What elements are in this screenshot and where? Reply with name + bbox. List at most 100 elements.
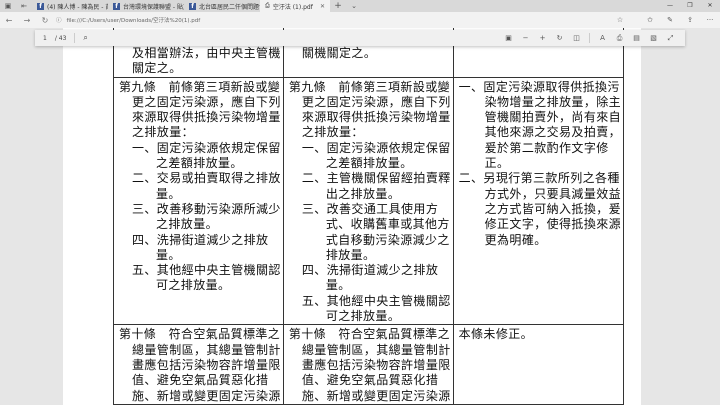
cell-line: 修正文字，使得抵換來源 (484, 217, 622, 232)
cell-line: 關機關定之。 (301, 46, 377, 60)
pen-icon[interactable]: ✎ (660, 16, 680, 24)
cell-line: 四、洗掃街道減少之排放 (301, 263, 439, 278)
save-icon[interactable]: ▤ (628, 34, 645, 42)
cell-line: 值、避免空氣品質惡化措 (301, 373, 439, 388)
close-window-icon[interactable]: ✕ (700, 0, 720, 12)
restore-icon[interactable]: ❐ (680, 0, 700, 12)
tab-1[interactable]: f(4) 陳人博 - 陳為民 - 首頁 (32, 0, 108, 12)
cell-line: 二、主管機關保留經拍賣釋 (301, 171, 451, 186)
cell-line: 更為明確。 (484, 232, 547, 247)
cell-line: 方式外，只要具減量效益 (484, 186, 622, 201)
set-aside-tabs-icon[interactable]: ⇤ (16, 2, 32, 10)
cell-line: 之排放量。 (156, 217, 219, 232)
save-as-icon[interactable]: ▧ (645, 34, 662, 42)
favorite-star-icon[interactable]: ☆ (610, 16, 630, 24)
tab-2[interactable]: f 台灣環境保護聯盟 - 貼文 (108, 0, 184, 12)
cell-line: 來源取得供抵換污染物增量 (301, 110, 451, 125)
favorites-icon[interactable]: ✩ (640, 16, 660, 24)
cell-line: 三、改善交通工具使用方 (301, 201, 439, 216)
divider (74, 33, 76, 43)
cell-line: 五、其他經中央主管機關認 (132, 263, 281, 278)
cell-line: 之排放量： (132, 125, 195, 140)
table-cell: 第十條 符合空氣品質標準之 總量管制區，其總量管制計 畫應包括污染物容許增量限 … (113, 324, 284, 405)
zoom-out-icon[interactable]: − (517, 34, 534, 42)
cell-line: 可之排放量。 (156, 278, 231, 293)
forward-icon[interactable]: → (18, 16, 36, 25)
cell-line: 之方式皆可納入抵換，爰 (484, 201, 622, 216)
cell-line: 第九條 前條第三項新設或變 (119, 79, 281, 94)
minimize-icon[interactable]: — (660, 0, 680, 12)
comparison-table: 及相當辦法，由中央主管機 關定之。 關機關定之。 第九條 前條第三項新設或變 更之… (113, 28, 625, 405)
cell-line: 染物增量之排放量，除主 (484, 94, 622, 109)
new-tab-icon[interactable]: + (330, 1, 346, 11)
cell-line: 及相當辦法，由中央主管機 (132, 46, 281, 60)
facebook-icon: f (113, 2, 120, 10)
page-view-icon[interactable]: ◫ (568, 34, 585, 42)
cell-line: 式、收購舊車或其他方 (325, 217, 450, 232)
tab-label: 台灣環境保護聯盟 - 貼文 (123, 3, 184, 11)
info-icon: ⓘ (56, 18, 62, 24)
table-cell: 一、固定污染源取得供抵換污 染物增量之排放量，除主 管機關拍賣外，尚有來自 其他… (452, 76, 625, 326)
tab-label: (4) 陳人博 - 陳為民 - 首頁 (47, 3, 108, 11)
cell-line: 三、改善移動污染源所減少 (132, 201, 281, 216)
page-number-input[interactable]: 1 (43, 35, 47, 42)
cell-line: 量。 (325, 278, 351, 293)
print-icon[interactable]: ⎙ (611, 34, 628, 43)
tab-actions-icon[interactable]: ▣ (0, 2, 16, 10)
cell-line: 關定之。 (132, 61, 182, 76)
facebook-icon: f (37, 2, 44, 10)
cell-line: 更之固定污染源，應自下列 (301, 94, 451, 109)
share-icon[interactable]: ⇪ (680, 16, 700, 24)
cell-line: 式自移動污染源減少之 (325, 232, 450, 247)
cell-line: 值、避免空氣品質惡化措 (132, 373, 269, 388)
cell-line: 可之排放量。 (325, 309, 401, 324)
cell-line: 量。 (156, 247, 181, 262)
read-aloud-icon[interactable]: A (594, 34, 611, 42)
cell-line: 之排放量： (301, 125, 364, 140)
refresh-icon[interactable]: ↻ (36, 16, 54, 25)
zoom-in-icon[interactable]: + (534, 34, 551, 42)
divider (589, 33, 590, 43)
cell-line: 一、固定污染源依規定保留 (301, 140, 451, 155)
tab-3[interactable]: f 北台區居民二仟個問題會 (184, 0, 260, 12)
table-cell: 第九條 前條第三項新設或變 更之固定污染源，應自下列 來源取得供抵換污染物增量 … (282, 76, 454, 326)
close-tab-icon[interactable]: ✕ (320, 3, 325, 10)
cell-line: 管機關拍賣外，尚有來自 (484, 110, 622, 125)
address-bar-row: ← → ↻ ⓘ file:///C:/Users/user/Downloads/空… (0, 12, 720, 28)
tab-preview-chevron-icon[interactable]: ⌄ (346, 2, 362, 10)
cell-line: 二、交易或拍賣取得之排放 (132, 171, 281, 186)
cell-line: 之差額排放量。 (156, 156, 243, 171)
pdf-page: 及相當辦法，由中央主管機 關定之。 關機關定之。 第九條 前條第三項新設或變 更之… (63, 28, 641, 405)
cell-line: 施、新增或變更固定污染源 (301, 388, 451, 403)
cell-line: 本條未修正。 (458, 327, 534, 342)
page-total: / 43 (54, 34, 67, 42)
pdf-icon: ⎙ (265, 2, 270, 9)
fit-page-icon[interactable]: ▣ (500, 34, 517, 42)
fullscreen-icon[interactable]: ⤢ (662, 34, 679, 43)
cell-line: 五、其他經中央主管機關認 (301, 293, 451, 308)
address-input[interactable]: ⓘ file:///C:/Users/user/Downloads/空汙法%20(… (56, 14, 296, 26)
cell-line: 之差額排放量。 (325, 156, 413, 171)
rotate-icon[interactable]: ↻ (551, 34, 568, 42)
cell-line: 二、另現行第三款所列之各種 (458, 171, 620, 186)
table-row: 第九條 前條第三項新設或變 更之固定污染源，應自下列 來源取得供抵換污染物增量 … (113, 76, 625, 326)
cell-line: 更之固定污染源，應自下列 (132, 94, 281, 109)
tab-label: 空汙法 (1).pdf (272, 3, 313, 11)
table-row: 第十條 符合空氣品質標準之 總量管制區，其總量管制計 畫應包括污染物容許增量限 … (113, 324, 625, 405)
cell-line: 第十條 符合空氣品質標準之 (288, 327, 451, 342)
cell-line: 四、洗掃街道減少之排放 (132, 232, 269, 247)
cell-line: 一、固定污染源取得供抵換污 (458, 79, 620, 94)
facebook-icon: f (189, 2, 196, 10)
url-text: file:///C:/Users/user/Downloads/空汙法%20(1… (66, 18, 201, 24)
cell-line: 正。 (484, 156, 510, 171)
cell-line: 總量管制區，其總量管制計 (132, 342, 281, 357)
search-icon[interactable]: ⌕ (83, 33, 87, 43)
cell-line: 量。 (156, 186, 181, 201)
tab-4-active[interactable]: ⎙ 空汙法 (1).pdf ✕ (260, 0, 330, 12)
table-cell: 第十條 符合空氣品質標準之 總量管制區，其總量管制計 畫應包括污染物容許增量限 … (282, 324, 454, 405)
pdf-toolbar: 1 / 43 ⌕ ▣ − + ↻ ◫ A ⎙ ▤ ▧ ⤢ (35, 30, 685, 46)
more-icon[interactable]: ··· (700, 16, 720, 24)
table-cell: 本條未修正。 (452, 324, 625, 405)
back-icon[interactable]: ← (0, 16, 18, 25)
cell-line: 畫應包括污染物容許增量限 (132, 357, 281, 372)
